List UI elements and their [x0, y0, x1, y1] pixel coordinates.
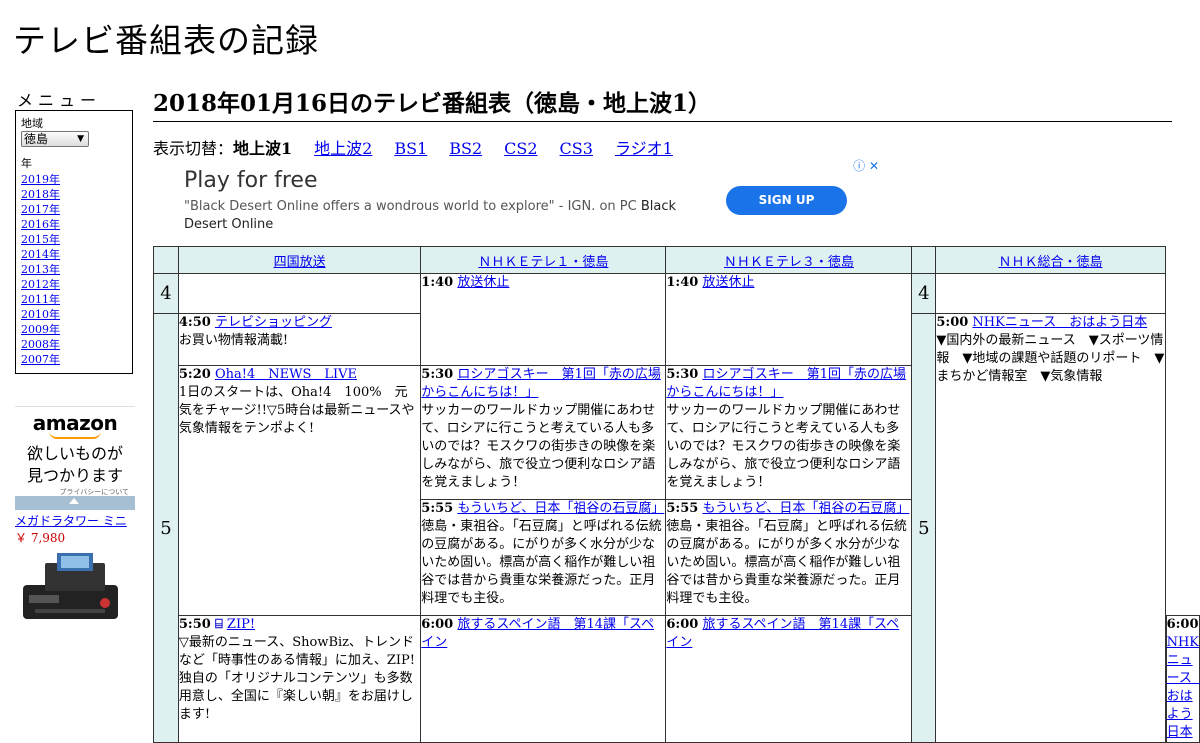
program-cell: 6:00 旅するスペイン語 第14課「スペイン: [420, 615, 667, 743]
program-cell: 1:40 放送休止: [420, 273, 667, 366]
year-link-2012[interactable]: 2012年: [21, 278, 60, 291]
channel-link-nhk-sogo[interactable]: ＮＨＫ総合・徳島: [998, 255, 1102, 270]
program-time: 1:40: [666, 275, 699, 290]
hour-cell: 5: [153, 313, 179, 743]
program-cell: 5:00 NHKニュース おはよう日本 ▼国内外の最新ニュース ▼スポーツ情報 …: [935, 313, 1166, 743]
program-time: 4:50: [178, 315, 211, 330]
site-title: テレビ番組表の記録: [13, 21, 319, 60]
program-time: 5:20: [178, 367, 211, 382]
hour-header-blank: [911, 246, 937, 274]
program-desc: ▼国内外の最新ニュース ▼スポーツ情報 ▼地域の課題や話題のリポート ▼まちかど…: [936, 333, 1165, 384]
empty-slot: [935, 273, 1166, 314]
channel-link-etele1[interactable]: ＮＨＫＥテレ１・徳島: [478, 255, 608, 270]
program-title[interactable]: 旅するスペイン語 第14課「スペイン: [666, 617, 899, 650]
program-desc: ▽最新のニュース、ShowBiz、トレンドなど「時事性のある情報」に加え、ZIP…: [178, 635, 416, 722]
channel-header: ＮＨＫＥテレ１・徳島: [420, 246, 667, 274]
program-time: 5:55: [421, 501, 454, 516]
program-title[interactable]: もういちど、日本「祖谷の石豆腐」: [702, 501, 909, 516]
ad-body-text: "Black Desert Online offers a wondrous w…: [184, 199, 637, 214]
program-time: 5:55: [666, 501, 699, 516]
channel-header: ＮＨＫ総合・徳島: [935, 246, 1166, 274]
amazon-logo: amazon: [32, 411, 118, 435]
ad-banner[interactable]: Play for free "Black Desert Online offer…: [153, 156, 881, 247]
program-desc: サッカーのワールドカップ開催にあわせて、ロシアに行こうと考えている人も多いのでは…: [421, 403, 656, 490]
year-link-2007[interactable]: 2007年: [21, 353, 60, 366]
program-desc: お買い物情報満載!: [178, 333, 289, 348]
year-link-2014[interactable]: 2014年: [21, 248, 60, 261]
year-link-2016[interactable]: 2016年: [21, 218, 60, 231]
dropdown-arrow-icon: ▼: [77, 134, 84, 144]
year-link-2008[interactable]: 2008年: [21, 338, 60, 351]
product-link[interactable]: メガドラタワー ミニ: [15, 512, 127, 529]
channel-link-shikoku[interactable]: 四国放送: [274, 255, 326, 270]
program-cell: 5:55 もういちど、日本「祖谷の石豆腐」 徳島・東祖谷。「石豆腐」と呼ばれる伝…: [420, 499, 667, 616]
menu-heading: メニュー: [17, 91, 102, 110]
empty-slot: [177, 273, 422, 314]
hour-cell: 5: [911, 313, 937, 743]
program-time: 5:30: [421, 367, 454, 382]
program-desc: 1日のスタートは、Oha!4 100% 元気をチャージ!!▽5時台は最新ニュース…: [178, 385, 415, 436]
program-title[interactable]: 旅するスペイン語 第14課「スペイン: [421, 617, 654, 650]
year-link-2013[interactable]: 2013年: [21, 263, 60, 276]
program-desc: 徳島・東祖谷。「石豆腐」と呼ばれる伝統の豆腐がある。にがりが多く水分が少ないため…: [421, 519, 662, 606]
year-link-2015[interactable]: 2015年: [21, 233, 60, 246]
ad-signup-button[interactable]: SIGN UP: [726, 186, 847, 215]
schedule-table: 四国放送 ＮＨＫＥテレ１・徳島 ＮＨＫＥテレ３・徳島 ＮＨＫ総合・徳島 4 1:…: [153, 246, 1200, 743]
program-title[interactable]: 放送休止: [457, 275, 509, 290]
hour-cell: 4: [911, 273, 937, 314]
year-list: 2019年 2018年 2017年 2016年 2015年 2014年 2013…: [21, 172, 127, 367]
product-image[interactable]: [15, 545, 135, 625]
ad-headline: Play for free: [184, 168, 318, 193]
program-desc: サッカーのワールドカップ開催にあわせて、ロシアに行こうと考えている人も多いのでは…: [666, 403, 901, 490]
page-title: 2018年01月16日のテレビ番組表（徳島・地上波1）: [153, 84, 1172, 122]
year-link-2018[interactable]: 2018年: [21, 188, 60, 201]
year-link-2017[interactable]: 2017年: [21, 203, 60, 216]
program-cell: 5:20 Oha!4 NEWS LIVE 1日のスタートは、Oha!4 100%…: [177, 365, 422, 616]
chevron-up-icon: [69, 498, 79, 504]
program-cell: 5:50 ⌸ ZIP! ▽最新のニュース、ShowBiz、トレンドなど「時事性の…: [177, 615, 422, 743]
program-title[interactable]: Oha!4 NEWS LIVE: [215, 367, 357, 382]
program-cell: 5:30 ロシアゴスキー 第1回「赤の広場からこんにちは！」 サッカーのワールド…: [420, 365, 667, 500]
program-time: 5:00: [936, 315, 969, 330]
year-label: 年: [21, 157, 32, 170]
hour-header-blank: [153, 246, 179, 274]
channel-link-etele3[interactable]: ＮＨＫＥテレ３・徳島: [724, 255, 854, 270]
program-cell: 5:30 ロシアゴスキー 第1回「赤の広場からこんにちは！」 サッカーのワールド…: [665, 365, 913, 500]
amazon-ad[interactable]: amazon 欲しいものが 見つかります プライバシーについて: [15, 406, 135, 510]
program-title[interactable]: NHKニュース おはよう日本: [1167, 635, 1200, 740]
year-link-2010[interactable]: 2010年: [21, 308, 60, 321]
program-time: 5:30: [666, 367, 699, 382]
sidebar-menu: 地域 徳島 ▼ 年 2019年 2018年 2017年 2016年 2015年 …: [15, 110, 133, 374]
program-title[interactable]: ロシアゴスキー 第1回「赤の広場からこんにちは！」: [666, 367, 906, 400]
amazon-copy: 欲しいものが 見つかります: [15, 443, 135, 487]
amazon-scroll-bar[interactable]: [15, 496, 135, 510]
program-time: 1:40: [421, 275, 454, 290]
product-price: ￥ 7,980: [15, 531, 66, 545]
region-label: 地域: [21, 117, 43, 130]
year-link-2009[interactable]: 2009年: [21, 323, 60, 336]
program-desc: 徳島・東祖谷。「石豆腐」と呼ばれる伝統の豆腐がある。にがりが多く水分が少ないため…: [666, 519, 907, 606]
region-select[interactable]: 徳島 ▼: [21, 131, 89, 147]
program-title[interactable]: 放送休止: [702, 275, 754, 290]
program-title[interactable]: ロシアゴスキー 第1回「赤の広場からこんにちは！」: [421, 367, 661, 400]
ad-info-close-icon[interactable]: ⓘ ✕: [853, 157, 879, 174]
program-cell: 6:00 NHKニュース おはよう日本: [1165, 615, 1200, 743]
amazon-copy-line1: 欲しいものが: [26, 444, 123, 463]
year-link-2019[interactable]: 2019年: [21, 173, 60, 186]
channel-header: ＮＨＫＥテレ３・徳島: [665, 246, 913, 274]
region-select-value: 徳島: [24, 132, 49, 146]
program-title[interactable]: テレビショッピング: [215, 315, 332, 330]
program-title[interactable]: もういちど、日本「祖谷の石豆腐」: [457, 501, 664, 516]
program-cell: 4:50 テレビショッピング お買い物情報満載!: [177, 313, 422, 366]
program-cell: 5:55 もういちど、日本「祖谷の石豆腐」 徳島・東祖谷。「石豆腐」と呼ばれる伝…: [665, 499, 913, 616]
channel-header: 四国放送: [177, 246, 422, 274]
year-link-2011[interactable]: 2011年: [21, 293, 60, 306]
hour-cell: 4: [153, 273, 179, 314]
program-title[interactable]: NHKニュース おはよう日本: [972, 315, 1147, 330]
program-cell: 6:00 旅するスペイン語 第14課「スペイン: [665, 615, 913, 743]
amazon-copy-line2: 見つかります: [26, 466, 123, 485]
ad-body: "Black Desert Online offers a wondrous w…: [184, 198, 704, 234]
program-cell: 1:40 放送休止: [665, 273, 913, 366]
